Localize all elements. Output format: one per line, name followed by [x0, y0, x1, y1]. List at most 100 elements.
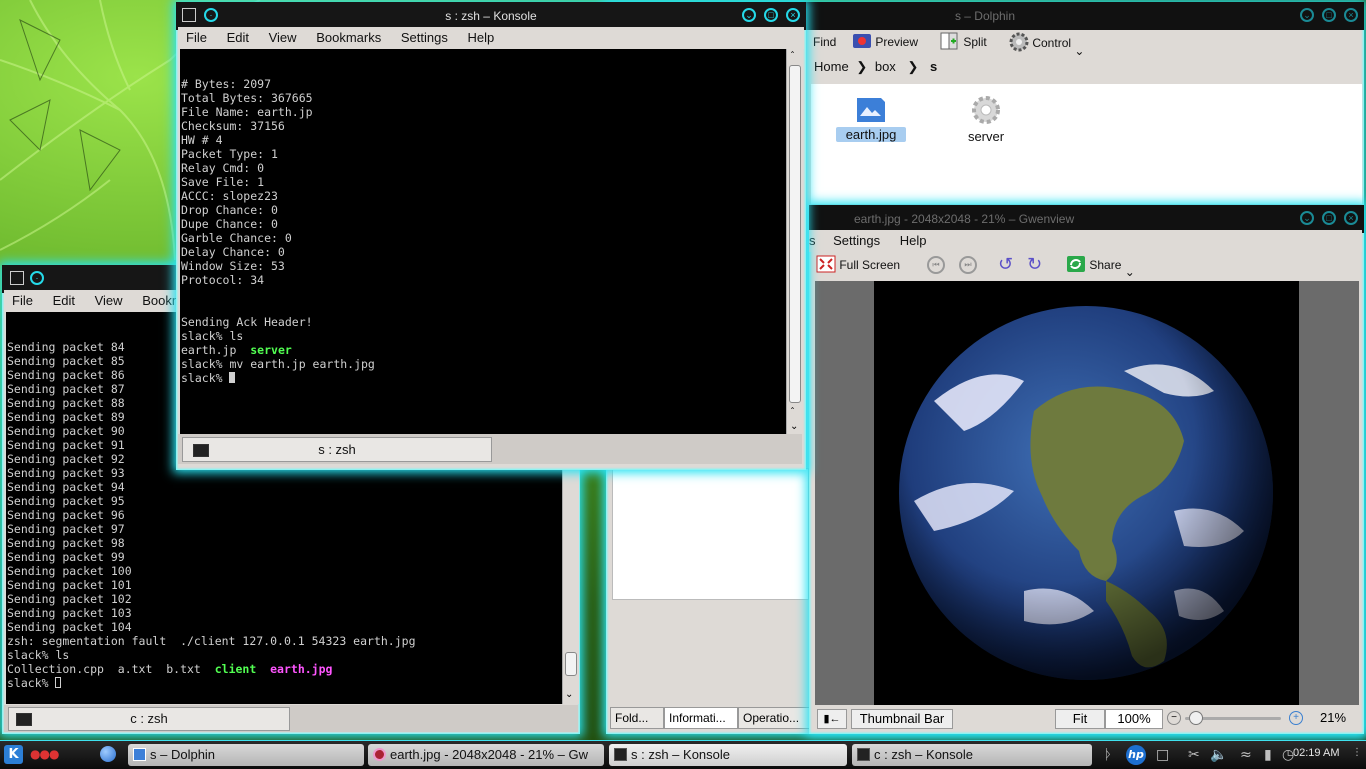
breadcrumb: Home ❯ box ❯ s: [814, 59, 937, 75]
menu-circle-icon[interactable]: ·: [30, 271, 44, 285]
menu-item[interactable]: View: [87, 290, 131, 312]
file-item[interactable]: earth.jpg: [836, 94, 906, 142]
task-konsole-client[interactable]: c : zsh – Konsole: [852, 744, 1092, 766]
notifications-icon[interactable]: □: [1156, 746, 1169, 764]
terminal-line: Garble Chance: 0: [181, 231, 292, 245]
terminal-cursor: [229, 372, 236, 383]
menu-circle-icon[interactable]: ·: [204, 8, 218, 22]
breadcrumb-home[interactable]: Home: [814, 59, 849, 74]
menu-item[interactable]: s: [809, 230, 822, 252]
maximize-icon[interactable]: □: [1322, 8, 1336, 22]
gwenview-titlebar[interactable]: earth.jpg - 2048x2048 - 21% – Gwenview ⌄…: [809, 205, 1364, 233]
menu-item-help[interactable]: Help: [459, 27, 502, 49]
close-icon[interactable]: ×: [1344, 211, 1358, 225]
minimize-icon[interactable]: ⌄: [742, 8, 756, 22]
rotate-left-icon[interactable]: ↺: [998, 254, 1013, 275]
file-view[interactable]: earth.jpg server: [811, 84, 1362, 204]
task-gwenview[interactable]: earth.jpg - 2048x2048 - 21% – Gw: [368, 744, 604, 766]
menu-item-bookmarks[interactable]: Bookmarks: [308, 27, 389, 49]
split-button[interactable]: Split: [940, 32, 987, 52]
menu-item[interactable]: Edit: [45, 290, 83, 312]
tab-c-zsh[interactable]: c : zsh: [8, 707, 290, 731]
hp-icon[interactable]: hp: [1126, 745, 1146, 765]
next-icon[interactable]: ⏭: [959, 256, 977, 274]
terminal-line: Sending packet 100: [7, 564, 132, 578]
menu-item-file[interactable]: File: [178, 27, 215, 49]
minimize-icon[interactable]: ⌄: [1300, 211, 1314, 225]
zoom-in-icon[interactable]: +: [1289, 711, 1303, 725]
ls-executable: server: [250, 343, 292, 357]
terminal-line: zsh: segmentation fault ./client 127.0.0…: [7, 634, 416, 648]
terminal-line: Sending packet 94: [7, 480, 125, 494]
wifi-icon[interactable]: ≈: [1240, 746, 1252, 764]
kde-launcher-icon[interactable]: K: [4, 745, 23, 764]
scrollbar-thumb[interactable]: [565, 652, 577, 676]
panel-tab-folders[interactable]: Fold...: [610, 707, 664, 729]
activity-dots-icon[interactable]: ●●●: [30, 747, 59, 761]
menu-item[interactable]: Settings: [825, 230, 888, 252]
split-label: Split: [963, 35, 987, 49]
zoom-slider-handle[interactable]: [1189, 711, 1203, 725]
menu-item[interactable]: Help: [892, 230, 935, 252]
close-icon[interactable]: ×: [786, 8, 800, 22]
globe-icon[interactable]: [100, 746, 116, 762]
menu-item-settings[interactable]: Settings: [393, 27, 456, 49]
file-item[interactable]: server: [951, 94, 1021, 144]
gwenview-window: earth.jpg - 2048x2048 - 21% – Gwenview ⌄…: [809, 205, 1364, 734]
clock[interactable]: 02:19 AM: [1293, 747, 1339, 759]
battery-icon[interactable]: ▮: [1264, 746, 1272, 764]
volume-icon[interactable]: 🔈: [1210, 746, 1227, 764]
task-dolphin[interactable]: s – Dolphin: [128, 744, 364, 766]
rotate-right-icon[interactable]: ↻: [1027, 254, 1042, 275]
gwenview-statusbar: ▮← Thumbnail Bar Fit 100% − + 21%: [815, 708, 1360, 730]
konsole-app-icon: [10, 271, 24, 285]
image-view[interactable]: [815, 281, 1359, 705]
gwenview-icon: [373, 748, 386, 761]
preview-button[interactable]: Preview: [852, 32, 918, 52]
control-button[interactable]: Control ⌄: [1009, 32, 1084, 58]
zoom-slider[interactable]: [1185, 711, 1281, 725]
task-label: c : zsh – Konsole: [874, 747, 973, 762]
scroll-down-icon[interactable]: ⌄: [790, 421, 798, 432]
task-label: s – Dolphin: [150, 747, 216, 762]
close-icon[interactable]: ×: [1344, 8, 1358, 22]
maximize-icon[interactable]: □: [1322, 211, 1336, 225]
menu-item-edit[interactable]: Edit: [219, 27, 257, 49]
terminal-line: Drop Chance: 0: [181, 203, 278, 217]
bluetooth-icon[interactable]: ᚦ: [1104, 746, 1112, 764]
konsole-server-titlebar[interactable]: · s : zsh – Konsole ⌄ □ ×: [176, 2, 806, 30]
menu-item[interactable]: File: [4, 290, 41, 312]
share-button[interactable]: Share ⌄: [1066, 255, 1135, 279]
fullscreen-button[interactable]: Full Screen: [816, 255, 900, 275]
panel-tab-operations[interactable]: Operatio...: [738, 707, 814, 729]
file-name: server: [967, 129, 1005, 144]
zoom-out-icon[interactable]: −: [1167, 711, 1181, 725]
panel-toolbox-icon[interactable]: ⋮: [1352, 747, 1362, 758]
terminal-line: File Name: earth.jp: [181, 105, 313, 119]
konsole-server-window: · s : zsh – Konsole ⌄ □ × File Edit View…: [176, 2, 806, 470]
thumbnail-bar-button[interactable]: Thumbnail Bar: [851, 709, 953, 729]
scroll-up-icon[interactable]: ˆ: [790, 407, 795, 418]
breadcrumb-box[interactable]: box: [875, 59, 896, 74]
terminal-mv-line: slack% mv earth.jp earth.jpg: [181, 357, 375, 371]
panel-tab-information[interactable]: Informati...: [664, 707, 738, 729]
menu-item-view[interactable]: View: [261, 27, 305, 49]
scroll-up-icon[interactable]: ˆ: [790, 51, 795, 62]
task-konsole-server[interactable]: s : zsh – Konsole: [609, 744, 847, 766]
minimize-icon[interactable]: ⌄: [1300, 8, 1314, 22]
tab-s-zsh[interactable]: s : zsh: [182, 437, 492, 462]
share-label: Share: [1089, 258, 1122, 272]
scroll-down-icon[interactable]: ⌄: [565, 689, 573, 700]
thumbnail-toggle-icon[interactable]: ▮←: [817, 709, 847, 729]
maximize-icon[interactable]: □: [764, 8, 778, 22]
fit-button[interactable]: Fit: [1055, 709, 1105, 729]
server-scrollbar[interactable]: ˆ ˆ ⌄: [786, 49, 803, 434]
server-terminal[interactable]: # Bytes: 2097 Total Bytes: 367665 File Nam…: [180, 49, 787, 434]
find-button[interactable]: Find: [813, 32, 836, 52]
zoom-100-button[interactable]: 100%: [1105, 709, 1163, 729]
clipboard-icon[interactable]: ✂: [1188, 746, 1200, 764]
breadcrumb-current[interactable]: s: [930, 59, 937, 74]
scrollbar-thumb[interactable]: [789, 65, 801, 403]
previous-icon[interactable]: ⏮: [927, 256, 945, 274]
terminal-line: Window Size: 53: [181, 259, 285, 273]
